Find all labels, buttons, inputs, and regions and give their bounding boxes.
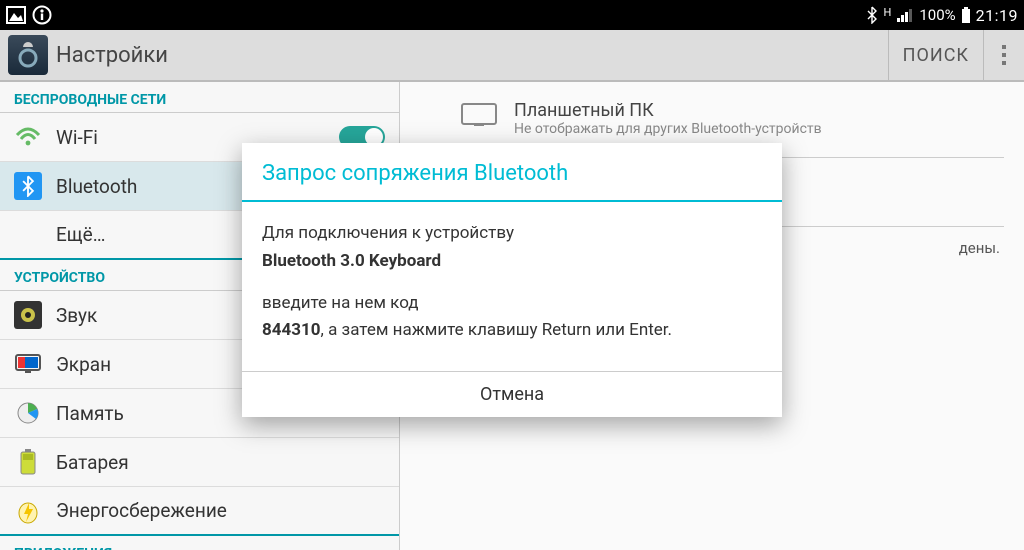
- overflow-menu-button[interactable]: [984, 30, 1024, 80]
- display-icon: [14, 350, 42, 378]
- section-header-wireless: БЕСПРОВОДНЫЕ СЕТИ: [0, 82, 399, 113]
- status-bar: H 100% 21:19: [0, 0, 1024, 30]
- search-button[interactable]: ПОИСК: [888, 30, 984, 80]
- battery-pct-label: 100%: [919, 6, 955, 24]
- sound-icon: [14, 301, 42, 329]
- app-icon: [8, 35, 48, 75]
- tablet-icon: [460, 100, 498, 132]
- sidebar-item-label: Энергосбережение: [56, 499, 385, 522]
- device-title: Планшетный ПК: [514, 100, 822, 121]
- network-type-label: H: [884, 6, 892, 19]
- status-clock: 21:19: [976, 6, 1018, 25]
- dialog-title: Запрос сопряжения Bluetooth: [242, 143, 782, 200]
- sidebar-item-power[interactable]: Энергосбережение: [0, 487, 399, 536]
- page-title: Настройки: [56, 43, 888, 68]
- bluetooth-icon: [14, 172, 42, 200]
- dialog-pin: 844310: [262, 320, 321, 340]
- action-bar: Настройки ПОИСК: [0, 30, 1024, 82]
- dialog-body: Для подключения к устройству Bluetooth 3…: [242, 202, 782, 371]
- signal-icon: [897, 8, 913, 22]
- image-icon: [6, 6, 26, 24]
- pairing-dialog: Запрос сопряжения Bluetooth Для подключе…: [242, 143, 782, 417]
- bluetooth-status-icon: [866, 6, 878, 24]
- sidebar-item-battery[interactable]: Батарея: [0, 438, 399, 487]
- dialog-line1: Для подключения к устройству: [262, 222, 762, 246]
- wifi-icon: [14, 123, 42, 151]
- battery-icon: [962, 7, 970, 23]
- dialog-pin-line: 844310, а затем нажмите клавишу Return и…: [262, 319, 762, 343]
- battery-menu-icon: [14, 448, 42, 476]
- dialog-line2-post: , а затем нажмите клавишу Return или Ent…: [321, 320, 672, 340]
- cancel-button[interactable]: Отмена: [242, 372, 782, 417]
- dialog-line2-pre: введите на нем код: [262, 292, 762, 316]
- sidebar-item-label: Батарея: [56, 451, 385, 474]
- info-icon: [32, 5, 52, 25]
- section-header-apps: ПРИЛОЖЕНИЯ: [0, 536, 399, 550]
- power-saving-icon: [14, 497, 42, 525]
- storage-icon: [14, 399, 42, 427]
- device-subtitle: Не отображать для других Bluetooth-устро…: [514, 121, 822, 137]
- dialog-device-name: Bluetooth 3.0 Keyboard: [262, 250, 762, 274]
